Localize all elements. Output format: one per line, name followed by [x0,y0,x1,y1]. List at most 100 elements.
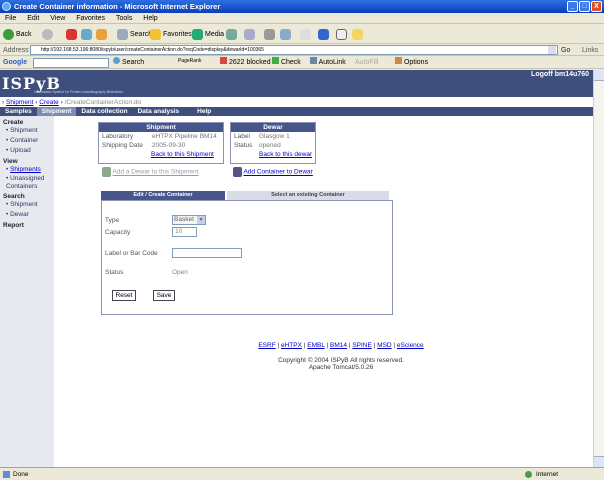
mail-icon [244,29,255,40]
go-button[interactable]: Go [561,45,570,56]
chevron-down-icon: ▼ [197,216,205,224]
pagerank-indicator: PageRank [178,58,202,64]
footer-link-spine[interactable]: SPINE [352,342,372,349]
tab-shipment[interactable]: Shipment [36,107,77,116]
footer-link-ehtpx[interactable]: eHTPX [281,342,302,349]
footer-link-bm14[interactable]: BM14 [330,342,347,349]
research-button[interactable] [336,28,347,41]
sidebar-item-shipments[interactable]: • Shipments [0,165,54,175]
menu-file[interactable]: File [5,15,16,22]
autolink-button[interactable]: AutoLink [310,57,346,69]
sidebar-item-search-dewar[interactable]: • Dewar [0,210,54,220]
add-dewar-action[interactable]: Add a Dewar to this Shipment [102,167,198,177]
messenger-icon [318,29,329,40]
sidebar-item-unassigned[interactable]: • Unassigned Containers [0,175,54,191]
options-icon [395,57,402,64]
print-button[interactable] [264,28,275,41]
favorites-button[interactable]: Favorites [150,28,192,41]
discuss-button[interactable] [300,28,311,41]
back-arrow-icon [3,29,14,40]
dewar-status-value: opened [259,142,281,149]
tab-samples[interactable]: Samples [0,107,37,116]
copyright-text: Copyright © 2004 ISPyB All rights reserv… [278,357,404,364]
folder-button[interactable] [352,28,363,41]
edit-button[interactable] [280,28,291,41]
sidebar-item-upload[interactable]: • Upload [0,146,54,156]
refresh-button[interactable] [81,28,92,41]
sidebar-report-title[interactable]: Report [0,222,54,229]
back-to-dewar-link[interactable]: Back to this dewar [231,150,315,159]
tab-select-existing-container[interactable]: Select an existing Container [227,191,389,200]
breadcrumb-current: /CreateContainerAction.do [64,99,142,106]
menu-bar: File Edit View Favorites Tools Help [0,13,604,24]
breadcrumb-create[interactable]: Create [39,99,59,106]
footer-link-escience[interactable]: eScience [397,342,424,349]
laboratory-value: eHTPX Pipeline BM14 [152,133,217,140]
messenger-button[interactable] [318,28,329,41]
url-text: http://192.168.53.196:8080/ispyb/user/cr… [41,47,264,53]
stop-button[interactable] [66,28,77,41]
forward-button[interactable] [42,28,53,41]
back-button[interactable]: Back [3,28,32,41]
logoff-link[interactable]: Logoff bm14u760 [531,71,589,78]
sidebar-item-create-container[interactable]: • Container [0,136,54,146]
capacity-input[interactable]: 10 [172,227,197,237]
google-search-button[interactable]: Search [113,57,144,69]
media-button[interactable]: Media [192,28,224,41]
menu-favorites[interactable]: Favorites [76,15,105,22]
spell-check-button[interactable]: Check [272,57,301,69]
menu-help[interactable]: Help [143,15,157,22]
sidebar-item-create-shipment[interactable]: • Shipment [0,126,54,136]
status-text: Done [13,471,29,478]
add-container-action[interactable]: Add Container to Dewar [233,167,313,177]
back-to-shipment-link[interactable]: Back to this Shipment [99,150,223,159]
google-search-input[interactable] [33,58,109,68]
tab-data-collection[interactable]: Data collection [76,107,132,116]
maximize-button[interactable]: □ [579,1,590,12]
menu-edit[interactable]: Edit [27,15,39,22]
footer-link-msd[interactable]: MSD [377,342,391,349]
vertical-scrollbar[interactable] [593,70,604,467]
breadcrumb-shipment[interactable]: Shipment [6,99,33,106]
google-logo[interactable]: Google [3,57,27,69]
tab-data-analysis[interactable]: Data analysis [133,107,185,116]
history-button[interactable] [226,28,237,41]
stop-icon [66,29,77,40]
address-dropdown-icon[interactable] [548,46,556,54]
footer-link-esrf[interactable]: ESRF [258,342,275,349]
options-button[interactable]: Options [395,57,428,69]
menu-tools[interactable]: Tools [116,15,132,22]
shipment-box-title: Shipment [99,123,223,132]
links-button[interactable]: Links [582,45,598,56]
container-form-panel: Edit / Create Container Select an existi… [101,191,393,315]
address-input[interactable]: http://192.168.53.196:8080/ispyb/user/cr… [30,45,558,55]
sidebar-create-title[interactable]: Create [0,119,54,126]
tab-edit-create-container[interactable]: Edit / Create Container [101,191,225,200]
search-button[interactable]: Search [117,28,152,41]
breadcrumb-arrow-icon: › [60,99,63,106]
popup-blocker[interactable]: 2622 blocked [220,57,271,69]
mail-button[interactable] [244,28,255,41]
window-title: Create Container information - Microsoft… [14,2,221,11]
folder-icon [352,29,363,40]
minimize-button[interactable]: _ [567,1,578,12]
scroll-down-icon[interactable] [594,456,604,467]
sidebar-view-title[interactable]: View [0,158,54,165]
tab-help[interactable]: Help [192,107,216,116]
scroll-up-icon[interactable] [594,70,604,81]
type-select[interactable]: Basket ▼ [172,215,206,225]
menu-view[interactable]: View [50,15,65,22]
home-button[interactable] [96,28,107,41]
sidebar-search-title[interactable]: Search [0,193,54,200]
autofill-button[interactable]: AutoFill [355,57,378,69]
save-button[interactable]: Save [153,290,175,301]
form-tabs: Edit / Create Container Select an existi… [101,191,393,200]
sidebar-item-search-shipment[interactable]: • Shipment [0,200,54,210]
label-barcode-input[interactable] [172,248,242,258]
close-button[interactable]: X [591,1,602,12]
footer-link-embl[interactable]: EMBL [307,342,324,349]
label-barcode-label: Label or Bar Code [105,250,158,257]
form-body: Type Basket ▼ Capacity 10 Label or Bar C… [101,200,393,315]
reset-button[interactable]: Reset [112,290,136,301]
site-banner: ISPyB Information System for Protein cry… [0,70,593,97]
